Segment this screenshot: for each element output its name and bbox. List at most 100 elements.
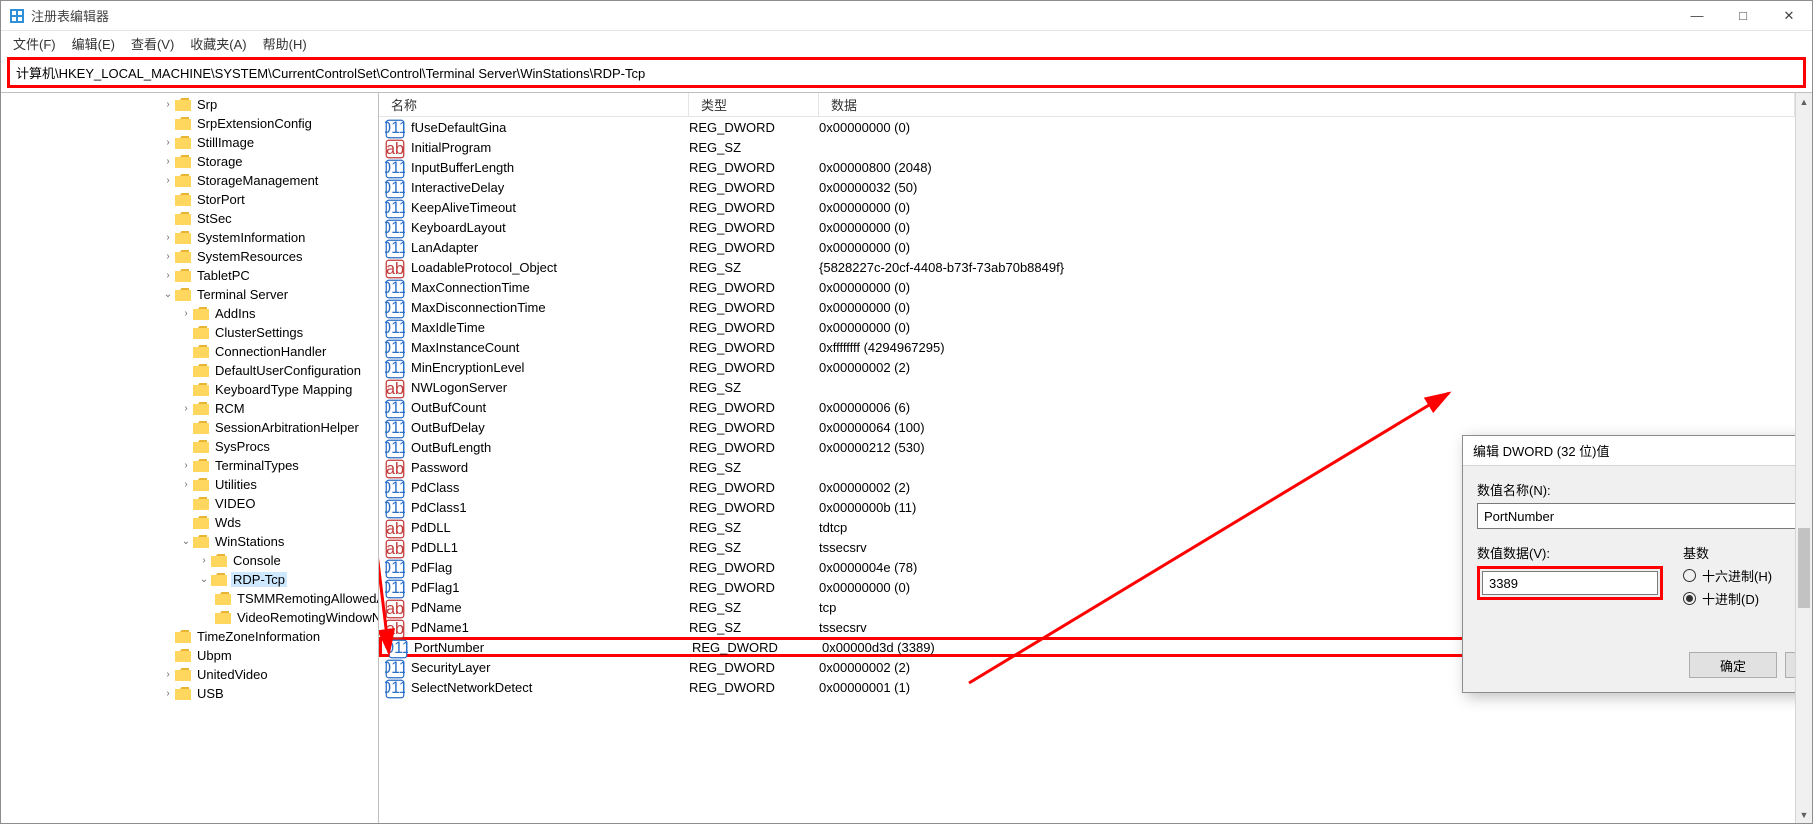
binary-value-icon: 011 — [385, 439, 405, 455]
col-type[interactable]: 类型 — [689, 93, 819, 116]
tree-item[interactable]: ›Console — [1, 551, 378, 570]
tree-item[interactable]: ConnectionHandler — [1, 342, 378, 361]
menu-view[interactable]: 查看(V) — [125, 32, 180, 55]
tree-item[interactable]: ⌄WinStations — [1, 532, 378, 551]
value-row[interactable]: 011MaxConnectionTimeREG_DWORD0x00000000 … — [379, 277, 1795, 297]
chevron-right-icon[interactable]: › — [161, 137, 175, 148]
tree-item[interactable]: SrpExtensionConfig — [1, 114, 378, 133]
value-row[interactable]: abLoadableProtocol_ObjectREG_SZ{5828227c… — [379, 257, 1795, 277]
value-row[interactable]: 011InteractiveDelayREG_DWORD0x00000032 (… — [379, 177, 1795, 197]
value-row[interactable]: 011InputBufferLengthREG_DWORD0x00000800 … — [379, 157, 1795, 177]
tree-item-label: USB — [195, 686, 226, 701]
vertical-scrollbar[interactable]: ▲ ▼ — [1795, 93, 1812, 823]
value-data-input[interactable] — [1482, 571, 1658, 595]
tree-item-label: KeyboardType Mapping — [213, 382, 354, 397]
tree-item[interactable]: StorPort — [1, 190, 378, 209]
radio-dec[interactable]: 十进制(D) — [1683, 589, 1795, 608]
chevron-right-icon[interactable]: › — [161, 99, 175, 110]
value-name-input[interactable] — [1477, 503, 1795, 529]
chevron-right-icon[interactable]: › — [161, 669, 175, 680]
minimize-button[interactable]: — — [1674, 1, 1720, 30]
tree-item[interactable]: KeyboardType Mapping — [1, 380, 378, 399]
value-name: InteractiveDelay — [411, 180, 689, 195]
tree-item[interactable]: ›UnitedVideo — [1, 665, 378, 684]
tree-item[interactable]: ›StorageManagement — [1, 171, 378, 190]
value-name: fUseDefaultGina — [411, 120, 689, 135]
menu-edit[interactable]: 编辑(E) — [66, 32, 121, 55]
value-row[interactable]: 011LanAdapterREG_DWORD0x00000000 (0) — [379, 237, 1795, 257]
tree-item[interactable]: ⌄ RDP-Tcp — [1, 570, 378, 589]
tree-item[interactable]: VIDEO — [1, 494, 378, 513]
tree-item[interactable]: ›TabletPC — [1, 266, 378, 285]
tree-item[interactable]: ⌄Terminal Server — [1, 285, 378, 304]
tree-view[interactable]: ›SrpSrpExtensionConfig›StillImage›Storag… — [1, 93, 379, 823]
value-row[interactable]: abInitialProgramREG_SZ — [379, 137, 1795, 157]
close-button[interactable]: ✕ — [1766, 1, 1812, 30]
svg-text:011: 011 — [385, 439, 405, 457]
chevron-right-icon[interactable]: › — [161, 232, 175, 243]
value-row[interactable]: 011OutBufCountREG_DWORD0x00000006 (6) — [379, 397, 1795, 417]
tree-item-label: Ubpm — [195, 648, 234, 663]
tree-item[interactable]: TSMMRemotingAllowedApp — [1, 589, 378, 608]
tree-item[interactable]: ›SystemInformation — [1, 228, 378, 247]
maximize-button[interactable]: □ — [1720, 1, 1766, 30]
dialog-title: 编辑 DWORD (32 位)值 — [1473, 441, 1610, 460]
value-row[interactable]: 011MaxDisconnectionTimeREG_DWORD0x000000… — [379, 297, 1795, 317]
tree-item[interactable]: ›StillImage — [1, 133, 378, 152]
tree-item[interactable]: › USB — [1, 684, 378, 703]
value-row[interactable]: 011KeepAliveTimeoutREG_DWORD0x00000000 (… — [379, 197, 1795, 217]
value-name: MaxConnectionTime — [411, 280, 689, 295]
value-row[interactable]: abNWLogonServerREG_SZ — [379, 377, 1795, 397]
tree-item[interactable]: ›RCM — [1, 399, 378, 418]
tree-item[interactable]: ›Storage — [1, 152, 378, 171]
tree-item[interactable]: ›Srp — [1, 95, 378, 114]
tree-item[interactable]: ›SystemResources — [1, 247, 378, 266]
chevron-down-icon[interactable]: ⌄ — [161, 289, 175, 300]
ok-button[interactable]: 确定 — [1689, 652, 1777, 678]
menu-file[interactable]: 文件(F) — [7, 32, 62, 55]
chevron-down-icon[interactable]: ⌄ — [197, 574, 211, 585]
chevron-right-icon[interactable]: › — [179, 308, 193, 319]
chevron-right-icon[interactable]: › — [179, 403, 193, 414]
scroll-down-icon[interactable]: ▼ — [1796, 806, 1812, 823]
value-row[interactable]: 011fUseDefaultGinaREG_DWORD0x00000000 (0… — [379, 117, 1795, 137]
menu-help[interactable]: 帮助(H) — [257, 32, 313, 55]
chevron-right-icon[interactable]: › — [179, 460, 193, 471]
tree-item[interactable]: DefaultUserConfiguration — [1, 361, 378, 380]
chevron-down-icon[interactable]: ⌄ — [179, 536, 193, 547]
chevron-right-icon[interactable]: › — [179, 479, 193, 490]
scroll-up-icon[interactable]: ▲ — [1796, 93, 1812, 110]
scroll-track[interactable] — [1796, 110, 1812, 806]
tree-item[interactable]: ›Utilities — [1, 475, 378, 494]
value-row[interactable]: 011MaxInstanceCountREG_DWORD0xffffffff (… — [379, 337, 1795, 357]
value-row[interactable]: 011KeyboardLayoutREG_DWORD0x00000000 (0) — [379, 217, 1795, 237]
tree-item[interactable]: SessionArbitrationHelper — [1, 418, 378, 437]
tree-item[interactable]: VideoRemotingWindowNam — [1, 608, 378, 627]
tree-item-label: RDP-Tcp — [231, 572, 287, 587]
value-row[interactable]: 011OutBufDelayREG_DWORD0x00000064 (100) — [379, 417, 1795, 437]
chevron-right-icon[interactable]: › — [197, 555, 211, 566]
tree-item[interactable]: ›AddIns — [1, 304, 378, 323]
address-bar[interactable]: 计算机\HKEY_LOCAL_MACHINE\SYSTEM\CurrentCon… — [7, 57, 1806, 88]
value-row[interactable]: 011MaxIdleTimeREG_DWORD0x00000000 (0) — [379, 317, 1795, 337]
chevron-right-icon[interactable]: › — [161, 270, 175, 281]
scroll-thumb[interactable] — [1798, 528, 1810, 608]
chevron-right-icon[interactable]: › — [161, 251, 175, 262]
tree-item[interactable]: ›TerminalTypes — [1, 456, 378, 475]
cancel-button[interactable]: 取消 — [1785, 652, 1795, 678]
tree-item[interactable]: SysProcs — [1, 437, 378, 456]
tree-item[interactable]: Ubpm — [1, 646, 378, 665]
chevron-right-icon[interactable]: › — [161, 175, 175, 186]
value-row[interactable]: 011MinEncryptionLevelREG_DWORD0x00000002… — [379, 357, 1795, 377]
chevron-right-icon[interactable]: › — [161, 688, 175, 699]
col-name[interactable]: 名称 — [379, 93, 689, 116]
svg-text:011: 011 — [385, 359, 405, 377]
tree-item[interactable]: TimeZoneInformation — [1, 627, 378, 646]
menu-favorites[interactable]: 收藏夹(A) — [184, 32, 252, 55]
tree-item[interactable]: Wds — [1, 513, 378, 532]
radio-hex[interactable]: 十六进制(H) — [1683, 566, 1795, 585]
tree-item[interactable]: ClusterSettings — [1, 323, 378, 342]
chevron-right-icon[interactable]: › — [161, 156, 175, 167]
tree-item[interactable]: StSec — [1, 209, 378, 228]
col-data[interactable]: 数据 — [819, 93, 1795, 116]
